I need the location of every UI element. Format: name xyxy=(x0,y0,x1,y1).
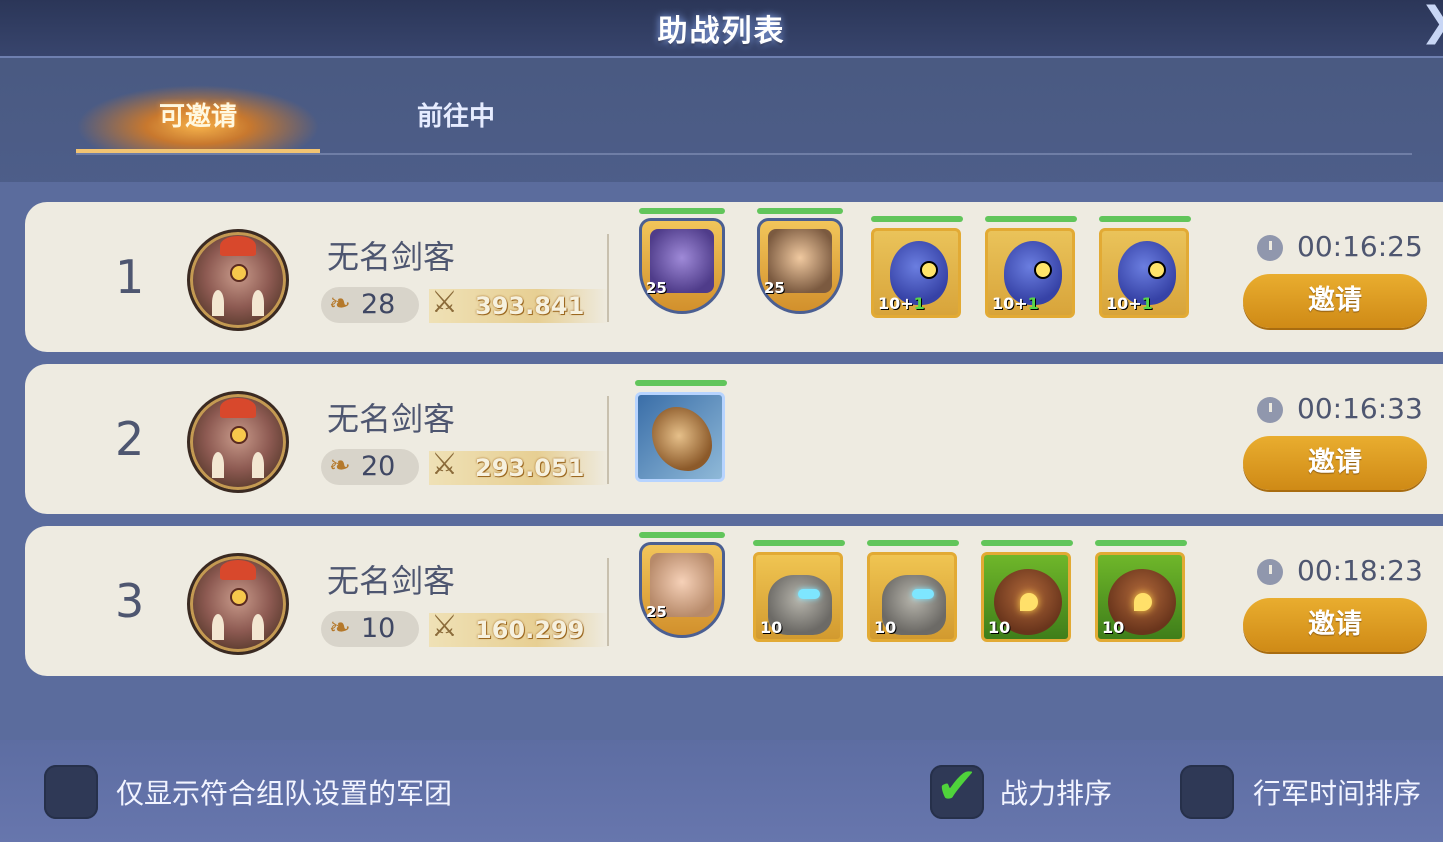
invite-button[interactable]: 邀请 xyxy=(1243,598,1427,652)
chevron-right-icon[interactable]: ❯ xyxy=(1420,2,1443,44)
crossed-swords-icon: ⚔ xyxy=(431,285,458,320)
clock-icon xyxy=(1257,397,1283,423)
divider xyxy=(607,396,609,484)
power-value: 293.051 xyxy=(475,454,585,482)
march-timer: 00:18:23 xyxy=(1257,554,1443,590)
hp-bar xyxy=(981,540,1073,546)
tab-invitable[interactable]: 可邀请 xyxy=(76,85,320,153)
power-badge: ⚔ 293.051 xyxy=(429,447,609,485)
medal-icon: ❧ xyxy=(329,451,351,481)
avatar[interactable] xyxy=(187,391,289,493)
chubby-hero-icon[interactable]: 25 xyxy=(639,532,725,650)
march-timer: 00:16:25 xyxy=(1257,230,1443,266)
unit-bonus: 1 xyxy=(1027,294,1039,313)
crossed-swords-icon: ⚔ xyxy=(431,447,458,482)
unit-level: 10 xyxy=(760,618,783,637)
tab-en-route[interactable]: 前往中 xyxy=(376,85,536,153)
hp-bar xyxy=(639,532,725,538)
nut-creature-icon[interactable]: 10 xyxy=(1095,540,1187,650)
hp-bar xyxy=(871,216,963,222)
hp-bar xyxy=(753,540,845,546)
unit-level: 10+ xyxy=(1106,294,1142,313)
rank-number: 1 xyxy=(115,250,145,304)
power-sort-label[interactable]: 战力排序 xyxy=(1000,772,1112,812)
rock-golem-icon[interactable]: 10 xyxy=(753,540,845,650)
list-item: 2 无名剑客 ❧ 20 ⚔ 293.051 00:16:33 邀请 xyxy=(25,364,1443,514)
invite-button[interactable]: 邀请 xyxy=(1243,274,1427,328)
hp-bar xyxy=(1095,540,1187,546)
medal-value: 10 xyxy=(361,613,396,644)
avatar[interactable] xyxy=(187,553,289,655)
rock-golem-icon[interactable]: 10 xyxy=(867,540,959,650)
player-name: 无名剑客 xyxy=(327,562,456,600)
tab-bar: 可邀请 前往中 xyxy=(76,85,1412,155)
timer-text: 00:16:25 xyxy=(1297,230,1423,263)
list-item: 3 无名剑客 ❧ 10 ⚔ 160.299 25 10 10 10 10 00:… xyxy=(25,526,1443,676)
unit-level: 25 xyxy=(646,603,667,621)
divider xyxy=(607,234,609,322)
filter-checkbox[interactable] xyxy=(44,765,98,819)
unit-level: 10 xyxy=(988,618,1011,637)
unit-level: 10+ xyxy=(878,294,914,313)
timer-text: 00:18:23 xyxy=(1297,554,1423,587)
medal-value: 20 xyxy=(361,451,396,482)
march-timer: 00:16:33 xyxy=(1257,392,1443,428)
divider xyxy=(607,558,609,646)
player-name: 无名剑客 xyxy=(327,238,456,276)
hp-bar xyxy=(867,540,959,546)
player-name: 无名剑客 xyxy=(327,400,456,438)
unit-level: 10 xyxy=(1102,618,1125,637)
list-item: 1 无名剑客 ❧ 28 ⚔ 393.841 25 25 10+1 10+1 10… xyxy=(25,202,1443,352)
power-badge: ⚔ 160.299 xyxy=(429,609,609,647)
power-sort-checkbox[interactable]: ✔ xyxy=(930,757,984,819)
medal-badge: ❧ 10 xyxy=(321,611,419,647)
time-sort-checkbox[interactable] xyxy=(1180,765,1234,819)
power-value: 393.841 xyxy=(475,292,585,320)
unit-level: 10+ xyxy=(992,294,1028,313)
medal-icon: ❧ xyxy=(329,289,351,319)
rank-number: 2 xyxy=(115,412,145,466)
title-bar: 助战列表 ❯ xyxy=(0,0,1443,58)
power-badge: ⚔ 393.841 xyxy=(429,285,609,323)
unit-level: 10 xyxy=(874,618,897,637)
checkmark-icon: ✔ xyxy=(936,757,978,815)
timer-text: 00:16:33 xyxy=(1297,392,1423,425)
nut-creature-icon[interactable]: 10 xyxy=(981,540,1073,650)
medal-icon: ❧ xyxy=(329,613,351,643)
hp-bar xyxy=(985,216,1077,222)
page-title: 助战列表 xyxy=(657,14,786,49)
clock-icon xyxy=(1257,559,1283,585)
blue-bird-icon[interactable]: 10+1 xyxy=(985,216,1077,326)
power-value: 160.299 xyxy=(475,616,585,644)
invite-button[interactable]: 邀请 xyxy=(1243,436,1427,490)
medal-value: 28 xyxy=(361,289,396,320)
medal-badge: ❧ 28 xyxy=(321,287,419,323)
hp-bar xyxy=(639,208,725,214)
hp-bar xyxy=(757,208,843,214)
dragon-icon[interactable] xyxy=(635,380,727,490)
blue-bird-icon[interactable]: 10+1 xyxy=(871,216,963,326)
rank-number: 3 xyxy=(115,574,145,628)
unit-level: 25 xyxy=(764,279,785,297)
clock-icon xyxy=(1257,235,1283,261)
pilot-hero-icon[interactable]: 25 xyxy=(757,208,843,326)
hp-bar xyxy=(635,380,727,386)
hp-bar xyxy=(1099,216,1191,222)
elf-hero-icon[interactable]: 25 xyxy=(639,208,725,326)
filter-label[interactable]: 仅显示符合组队设置的军团 xyxy=(116,772,452,812)
unit-bonus: 1 xyxy=(913,294,925,313)
unit-bonus: 1 xyxy=(1141,294,1153,313)
crossed-swords-icon: ⚔ xyxy=(431,609,458,644)
medal-badge: ❧ 20 xyxy=(321,449,419,485)
blue-bird-icon[interactable]: 10+1 xyxy=(1099,216,1191,326)
avatar[interactable] xyxy=(187,229,289,331)
time-sort-label[interactable]: 行军时间排序 xyxy=(1253,772,1421,812)
unit-level: 25 xyxy=(646,279,667,297)
